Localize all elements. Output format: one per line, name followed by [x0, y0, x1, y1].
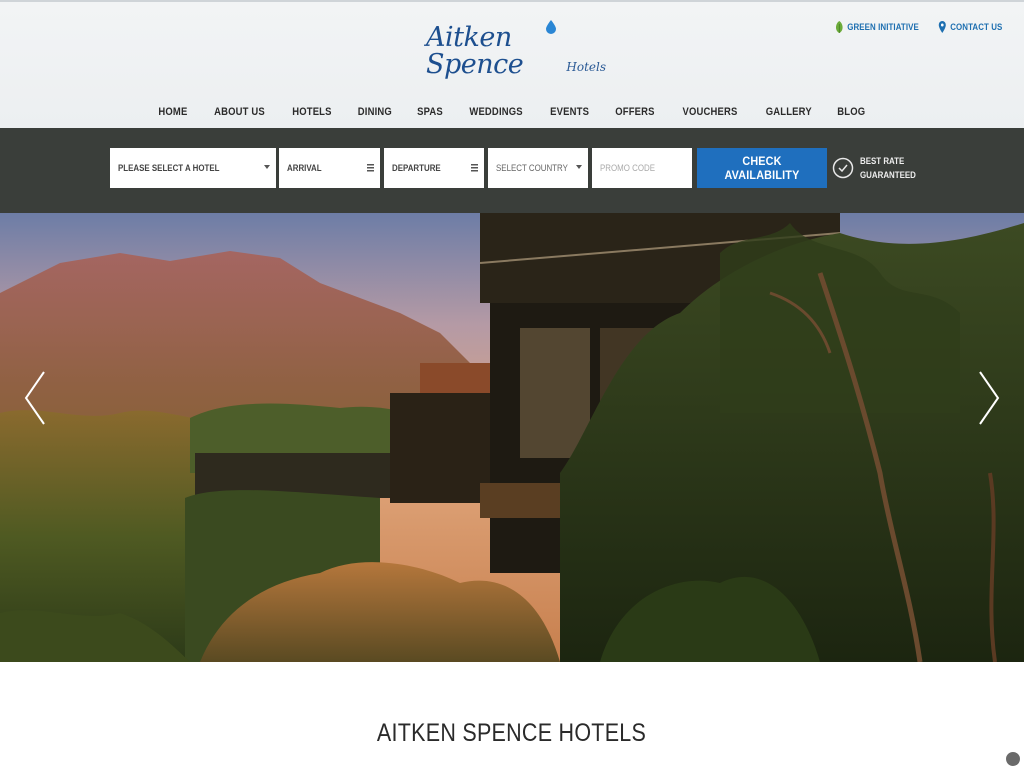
nav-item-blog[interactable]: BLOG — [829, 104, 874, 120]
best-rate-line2: GUARANTEED — [860, 170, 916, 180]
section-title-text: AITKEN SPENCE HOTELS — [377, 719, 647, 747]
calendar-icon — [471, 164, 478, 172]
best-rate-badge: BEST RATE GUARANTEED — [832, 151, 930, 185]
chevron-left-icon — [24, 371, 45, 425]
checkmark-circle-icon — [832, 157, 854, 179]
hero-slider — [0, 213, 1024, 662]
slider-prev-button[interactable] — [22, 370, 48, 426]
nav-item-hotels[interactable]: HOTELS — [284, 104, 341, 120]
contact-us-link[interactable]: CONTACT US — [937, 19, 1002, 35]
nav-item-about-us[interactable]: ABOUT US — [206, 104, 274, 120]
departure-label: DEPARTURE — [392, 163, 441, 173]
promo-code-placeholder: PROMO CODE — [600, 163, 656, 173]
promo-code-input[interactable]: PROMO CODE — [592, 148, 692, 188]
green-initiative-link[interactable]: GREEN INITIATIVE — [834, 19, 919, 35]
logo-drop-icon — [546, 20, 556, 34]
location-pin-icon — [938, 21, 946, 33]
hotel-select-value: PLEASE SELECT A HOTEL — [118, 163, 220, 173]
best-rate-line1: BEST RATE — [860, 156, 905, 166]
site-logo[interactable]: Aitken Spence Hotels — [426, 20, 606, 80]
arrival-date-field[interactable]: ARRIVAL — [279, 148, 380, 188]
booking-bar: PLEASE SELECT A HOTEL ARRIVAL DEPARTURE … — [0, 128, 1024, 213]
hero-image — [0, 213, 1024, 662]
nav-item-home[interactable]: HOME — [150, 104, 196, 120]
chevron-down-icon — [264, 165, 270, 169]
nav-item-spas[interactable]: SPAS — [408, 104, 451, 120]
check-availability-button[interactable]: CHECK AVAILABILITY — [697, 148, 827, 188]
contact-us-label: CONTACT US — [950, 22, 1003, 32]
nav-item-vouchers[interactable]: VOUCHERS — [674, 104, 746, 120]
check-availability-label: CHECK AVAILABILITY — [724, 154, 800, 182]
nav-item-dining[interactable]: DINING — [349, 104, 400, 120]
departure-date-field[interactable]: DEPARTURE — [384, 148, 484, 188]
nav-item-gallery[interactable]: GALLERY — [757, 104, 820, 120]
best-rate-text: BEST RATE GUARANTEED — [860, 154, 922, 182]
leaf-icon — [835, 21, 843, 33]
calendar-icon — [367, 164, 374, 172]
nav-item-weddings[interactable]: WEDDINGS — [460, 104, 531, 120]
slider-next-button[interactable] — [976, 370, 1002, 426]
nav-item-offers[interactable]: OFFERS — [606, 104, 663, 120]
country-select[interactable]: SELECT COUNTRY — [488, 148, 588, 188]
arrival-label: ARRIVAL — [287, 163, 322, 173]
logo-script-text: Aitken Spence — [426, 22, 524, 80]
hotel-select[interactable]: PLEASE SELECT A HOTEL — [110, 148, 276, 188]
country-select-value: SELECT COUNTRY — [496, 163, 568, 173]
chevron-down-icon — [576, 165, 582, 169]
scroll-to-top-button[interactable] — [1006, 752, 1020, 766]
content-section — [0, 662, 1024, 768]
logo-suffix-text: Hotels — [566, 60, 606, 74]
nav-item-events[interactable]: EVENTS — [541, 104, 597, 120]
site-header: Aitken Spence Hotels GREEN INITIATIVE CO… — [0, 0, 1024, 128]
chevron-right-icon — [979, 371, 1000, 425]
section-title: AITKEN SPENCE HOTELS — [0, 719, 1024, 748]
green-initiative-label: GREEN INITIATIVE — [847, 22, 919, 32]
main-nav: HOME ABOUT US HOTELS DINING SPAS WEDDING… — [0, 104, 1024, 120]
